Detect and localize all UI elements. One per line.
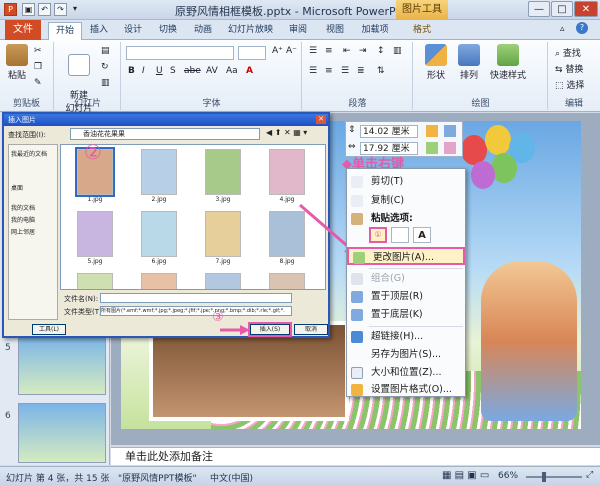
menu-copy[interactable]: 复制(C) [347, 192, 465, 210]
menu-paste-label: 粘贴选项: [371, 213, 413, 224]
language-status: 中文(中国) [210, 474, 254, 484]
status-bar: 幻灯片 第 4 张，共 15 张 "原野风情PPT模板" 中文(中国) ▦ ▤ … [0, 466, 600, 486]
menu-separator [369, 268, 463, 269]
annotation-arrows [220, 203, 356, 335]
change-picture-icon [353, 252, 365, 264]
zoom-level[interactable]: 66% [498, 471, 518, 481]
paste-icon [351, 213, 363, 225]
theme-status: "原野风情PPT模板" [118, 474, 197, 484]
menu-save-as-picture-label: 另存为图片(S)... [371, 349, 442, 360]
menu-cut[interactable]: 剪切(T) [347, 173, 465, 191]
menu-separator [369, 326, 463, 327]
zoom-slider[interactable] [526, 476, 582, 478]
menu-size-position-label: 大小和位置(Z)... [371, 367, 442, 378]
menu-change-picture-label: 更改图片(A)... [373, 252, 434, 263]
send-back-icon [351, 309, 363, 321]
menu-bring-front-label: 置于顶层(R) [371, 291, 424, 302]
menu-size-position[interactable]: 大小和位置(Z)... [347, 364, 465, 382]
copy-icon [351, 195, 363, 207]
menu-group: 组合(G) [347, 270, 465, 288]
slide-count-status: 幻灯片 第 4 张，共 15 张 [6, 474, 110, 484]
menu-paste-options: 粘贴选项: [347, 210, 465, 228]
menu-format-picture[interactable]: 设置图片格式(O)... [347, 381, 465, 399]
view-buttons-icon[interactable]: ▦ ▤ ▣ ▭ [442, 470, 489, 481]
context-menu: 剪切(T) 复制(C) 粘贴选项: ① A 更改图片(A)... 组合(G) 置… [346, 168, 466, 397]
menu-format-picture-label: 设置图片格式(O)... [371, 384, 452, 395]
menu-copy-label: 复制(C) [371, 195, 405, 206]
paste-option-keep[interactable] [391, 227, 409, 243]
zoom-slider-thumb[interactable] [542, 472, 547, 482]
cut-icon [351, 176, 363, 188]
group-icon [351, 273, 363, 285]
menu-bring-front[interactable]: 置于顶层(R) [347, 288, 465, 306]
bring-front-icon [351, 291, 363, 303]
format-picture-icon [351, 384, 363, 396]
paste-option-picture[interactable]: ① [369, 227, 387, 243]
hyperlink-icon [351, 331, 363, 343]
menu-group-label: 组合(G) [371, 273, 405, 284]
size-position-icon [351, 367, 363, 379]
menu-send-back-label: 置于底层(K) [371, 309, 423, 320]
menu-cut-label: 剪切(T) [371, 176, 404, 187]
paste-option-text[interactable]: A [413, 227, 431, 243]
menu-save-as-picture[interactable]: 另存为图片(S)... [347, 346, 465, 364]
menu-hyperlink-label: 超链接(H)... [371, 331, 424, 342]
menu-hyperlink[interactable]: 超链接(H)... [347, 328, 465, 346]
fit-window-icon[interactable]: ⤢ [586, 470, 593, 480]
notes-pane[interactable]: 单击此处添加备注 [111, 447, 600, 465]
menu-change-picture[interactable]: 更改图片(A)... [347, 247, 465, 265]
menu-send-back[interactable]: 置于底层(K) [347, 306, 465, 324]
